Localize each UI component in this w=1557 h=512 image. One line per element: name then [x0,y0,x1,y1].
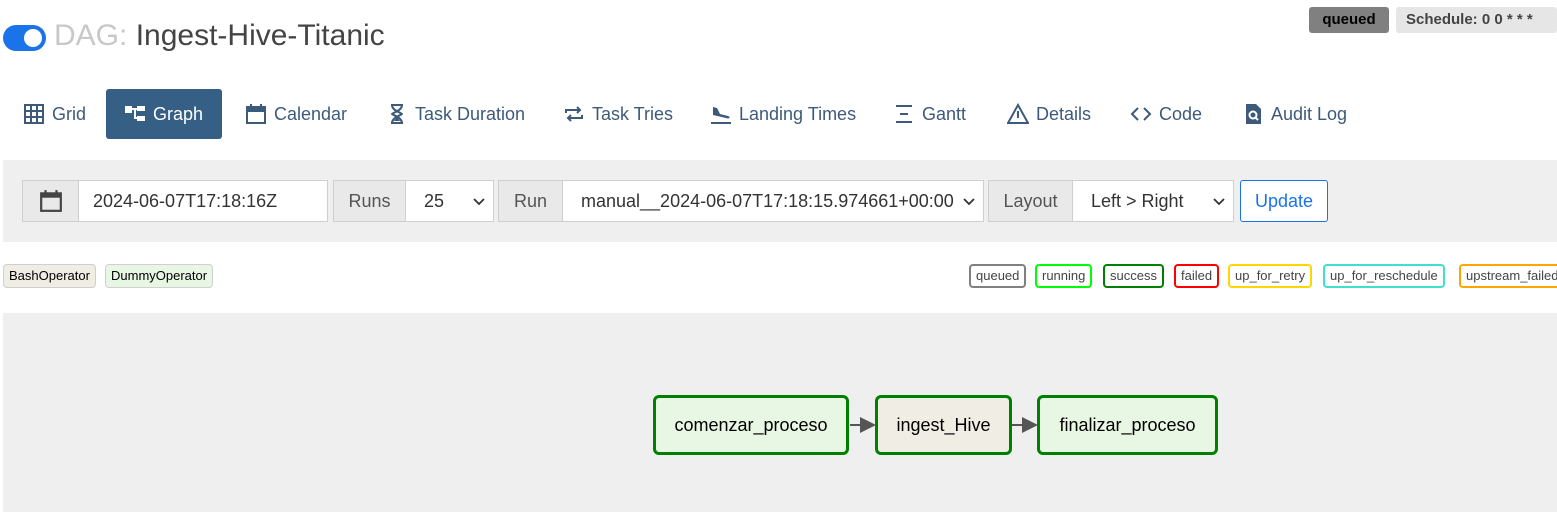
legend-bash-operator[interactable]: BashOperator [3,264,96,288]
dag-state-badge: queued [1309,7,1389,33]
tab-grid[interactable]: Grid [23,89,86,139]
tab-label: Task Tries [592,103,674,124]
legend-state-failed[interactable]: failed [1174,264,1220,288]
run-select[interactable]: manual__2024-06-07T17:18:15.974661+00:00 [562,180,984,222]
tab-label: Calendar [274,103,348,124]
tab-landing-times[interactable]: Landing Times [710,89,856,139]
layout-select[interactable]: Left > Right [1072,180,1234,222]
task-node-finalizar-proceso[interactable]: finalizar_proceso [1037,395,1218,455]
tab-label: Landing Times [739,103,857,124]
runs-label: Runs [333,180,406,222]
hourglass-icon [390,104,404,124]
warning-triangle-icon [1007,103,1029,124]
tab-code[interactable]: Code [1130,89,1202,139]
plane-landing-icon [711,107,731,124]
layout-label: Layout [988,180,1073,222]
legend-state-upstream-failed[interactable]: upstream_failed [1459,264,1557,288]
dag-graph-canvas[interactable]: comenzar_proceso ingest_Hive finalizar_p… [3,313,1557,512]
tab-label: Details [1036,103,1092,124]
task-node-ingest-hive[interactable]: ingest_Hive [875,395,1012,455]
calendar-icon [39,190,62,212]
tab-label: Code [1159,103,1203,124]
tab-graph[interactable]: Graph [106,89,222,139]
layout-value: Left > Right [1091,190,1184,211]
run-label: Run [498,180,563,222]
file-search-icon [1246,104,1261,124]
toggle-knob [24,29,42,47]
legend-dummy-operator[interactable]: DummyOperator [105,264,214,288]
chevron-down-icon [1213,198,1225,206]
tab-task-duration[interactable]: Task Duration [386,89,525,139]
dag-prefix: DAG: [54,19,128,52]
runs-value: 25 [424,190,445,211]
runs-select[interactable]: 25 [405,180,494,222]
repeat-icon [565,106,583,122]
chevron-down-icon [963,198,975,206]
chevron-down-icon [473,198,485,206]
schedule-badge: Schedule: 0 0 * * * [1396,7,1557,33]
tab-label: Graph [153,103,204,124]
page-title: DAG: Ingest-Hive-Titanic [54,18,385,54]
tab-label: Grid [52,103,87,124]
execution-date-input[interactable]: 2024-06-07T17:18:16Z [78,180,328,222]
tab-details[interactable]: Details [1007,89,1091,139]
date-picker-addon[interactable] [22,180,79,222]
legend-state-queued[interactable]: queued [969,264,1027,288]
dag-name: Ingest-Hive-Titanic [135,19,385,52]
graph-controls-bar: 2024-06-07T17:18:16Z Runs 25 Run manual_… [3,160,1557,242]
tab-audit-log[interactable]: Audit Log [1242,89,1347,139]
tab-task-tries[interactable]: Task Tries [563,89,673,139]
graph-icon [125,106,145,121]
tab-label: Audit Log [1271,103,1348,124]
grid-icon [24,104,44,124]
gantt-icon [896,105,912,123]
tab-gantt[interactable]: Gantt [893,89,966,139]
tab-calendar[interactable]: Calendar [245,89,347,139]
run-value: manual__2024-06-07T17:18:15.974661+00:00 [581,190,954,211]
tab-label: Gantt [922,103,967,124]
dag-pause-toggle[interactable] [3,25,46,51]
legend-state-running[interactable]: running [1035,264,1093,288]
update-button[interactable]: Update [1240,180,1328,222]
code-icon [1130,107,1152,121]
tab-label: Task Duration [415,103,526,124]
legend-state-success[interactable]: success [1103,264,1164,288]
legend-state-up-for-retry[interactable]: up_for_retry [1228,264,1313,288]
legend-state-up-for-reschedule[interactable]: up_for_reschedule [1323,264,1445,288]
task-node-comenzar-proceso[interactable]: comenzar_proceso [653,395,849,455]
calendar-icon [246,104,266,124]
